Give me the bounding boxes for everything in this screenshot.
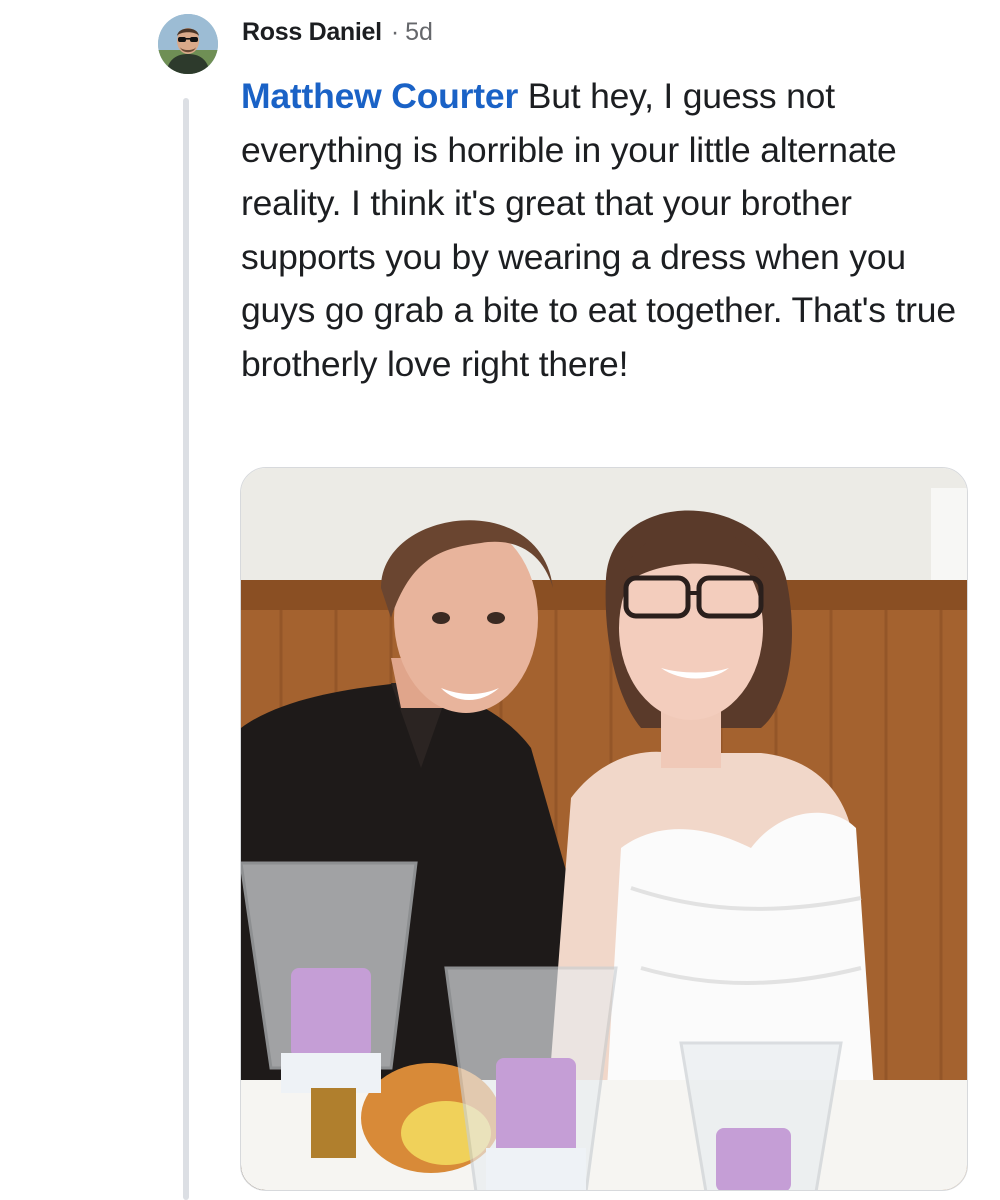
thread-line [183,98,189,1200]
comment-timestamp[interactable]: 5d [405,18,433,47]
profile-photo-icon [158,14,218,74]
author-name[interactable]: Ross Daniel [242,18,382,47]
comment-body: But hey, I guess not everything is horri… [241,76,956,384]
attached-photo-icon [241,468,967,1190]
comment-header: Ross Daniel · 5d [242,18,433,52]
mention-link[interactable]: Matthew Courter [241,76,518,116]
comment-photo[interactable] [240,467,968,1191]
author-avatar[interactable] [158,14,218,74]
comment-text: Matthew Courter But hey, I guess not eve… [241,70,986,391]
separator-dot: · [390,18,400,46]
